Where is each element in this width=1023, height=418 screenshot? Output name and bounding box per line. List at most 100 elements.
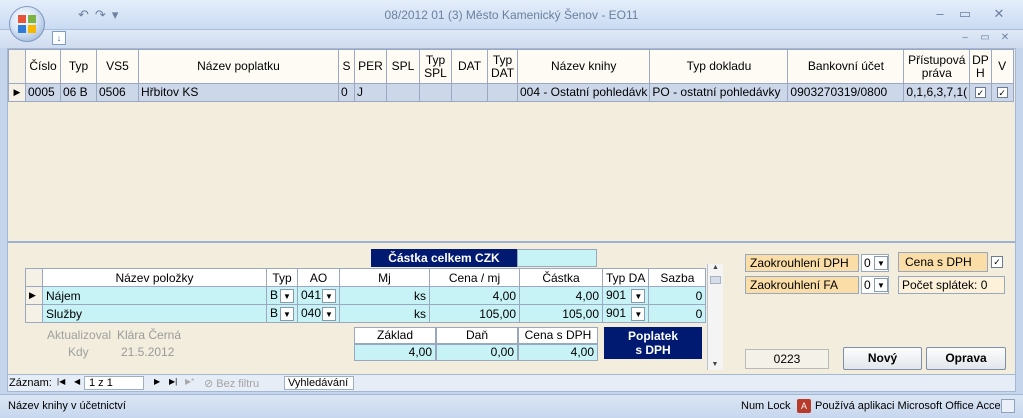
scroll-thumb[interactable]: [710, 276, 721, 284]
inner-minimize-button[interactable]: ‒: [954, 31, 976, 45]
cell-typ-dat[interactable]: [487, 83, 518, 102]
cell-mj[interactable]: ks: [339, 286, 430, 305]
row-selector[interactable]: ▶: [25, 286, 43, 305]
zaklad-field[interactable]: 4,00: [354, 344, 436, 361]
cell-typ[interactable]: B ▼: [266, 304, 298, 323]
column-header-mj[interactable]: Mj: [339, 268, 430, 287]
cell-nazev-polozky[interactable]: Nájem: [42, 286, 267, 305]
cell-typ-spl[interactable]: [419, 83, 452, 102]
column-header-nazev-polozky[interactable]: Název položky: [42, 268, 267, 287]
cell-ao[interactable]: 041 ▼: [297, 286, 340, 305]
cell-vs5[interactable]: 0506: [96, 83, 139, 102]
filter-button[interactable]: ⊘ Bez filtru: [204, 377, 259, 390]
cell-v[interactable]: ✓: [990, 83, 1014, 102]
column-header-typ-dat[interactable]: Typ DAT: [487, 49, 518, 84]
novy-button[interactable]: Nový: [843, 347, 922, 370]
cell-dat[interactable]: [451, 83, 488, 102]
cell-cena-mj[interactable]: 4,00: [429, 286, 520, 305]
zaokrouhleni-dph-select[interactable]: 0 ▼: [861, 254, 889, 272]
row-selector[interactable]: [25, 304, 43, 323]
column-header-s[interactable]: S: [338, 49, 355, 84]
column-header-castka[interactable]: Částka: [519, 268, 603, 287]
cell-pristupova-prava[interactable]: 0,1,6,3,7,1(: [903, 83, 971, 102]
column-header-spl[interactable]: SPL: [386, 49, 420, 84]
chevron-down-icon[interactable]: ▼: [280, 289, 294, 303]
new-record-icon[interactable]: ▶*: [185, 377, 194, 386]
column-header-per[interactable]: PER: [354, 49, 387, 84]
dan-field[interactable]: 0,00: [436, 344, 518, 361]
cell-cislo[interactable]: 0005: [25, 83, 61, 102]
cell-typ-da[interactable]: 901 ▼: [601, 286, 650, 305]
scroll-up-icon[interactable]: ▲: [708, 264, 723, 274]
column-header-typ[interactable]: Typ: [266, 268, 298, 287]
form-view-icon[interactable]: [1001, 399, 1015, 413]
column-header-ao[interactable]: AO: [297, 268, 340, 287]
zaokrouhleni-fa-select[interactable]: 0 ▼: [861, 276, 889, 294]
cell-nazev-polozky[interactable]: Služby: [42, 304, 267, 323]
column-header-bankovni-ucet[interactable]: Bankovní účet: [787, 49, 905, 84]
cell-cena-mj[interactable]: 105,00: [429, 304, 520, 323]
v-checkbox[interactable]: ✓: [996, 87, 1008, 98]
table-row[interactable]: ▶ 0005 06 B 0506 Hřbitov KS 0 J 004 - Os…: [8, 83, 1014, 102]
chevron-down-icon[interactable]: ▼: [631, 307, 646, 321]
column-header-dph[interactable]: DP H: [969, 49, 992, 84]
subform-scrollbar[interactable]: ▲ ▼: [707, 264, 723, 370]
cell-typ[interactable]: 06 B: [60, 83, 97, 102]
table-row[interactable]: ▶ Nájem B ▼ 041 ▼ ks 4,00 4,00 901 ▼ 0: [25, 286, 707, 305]
cell-sazba[interactable]: 0: [648, 304, 707, 323]
column-header-vs5[interactable]: VS5: [96, 49, 139, 84]
scroll-down-icon[interactable]: ▼: [708, 361, 722, 368]
chevron-down-icon[interactable]: ▼: [322, 307, 336, 321]
column-header-v[interactable]: V: [990, 49, 1014, 84]
search-input[interactable]: Vyhledávání: [284, 376, 354, 390]
column-header-dat[interactable]: DAT: [451, 49, 488, 84]
column-header-typ-da[interactable]: Typ DA: [601, 268, 650, 287]
next-record-icon[interactable]: ▶: [154, 377, 160, 386]
inner-close-button[interactable]: ✕: [994, 31, 1016, 45]
cell-ao[interactable]: 040 ▼: [297, 304, 340, 323]
castka-celkem-field[interactable]: [517, 249, 597, 267]
cell-castka[interactable]: 105,00: [519, 304, 603, 323]
cell-typ-dokladu[interactable]: PO - ostatní pohledávky: [649, 83, 789, 102]
inner-restore-button[interactable]: ▭: [974, 31, 996, 45]
restore-button[interactable]: ▭: [954, 6, 976, 22]
first-record-icon[interactable]: |◀: [57, 377, 65, 386]
cell-per[interactable]: J: [354, 83, 387, 102]
office-button[interactable]: [9, 6, 45, 42]
cell-castka[interactable]: 4,00: [519, 286, 603, 305]
cell-mj[interactable]: ks: [339, 304, 430, 323]
column-header-pristupova-prava[interactable]: Přístupová práva: [903, 49, 971, 84]
column-header-typ-dokladu[interactable]: Typ dokladu: [649, 49, 789, 84]
chevron-down-icon[interactable]: ▼: [322, 289, 336, 303]
chevron-down-icon[interactable]: ▼: [874, 278, 888, 292]
last-record-icon[interactable]: ▶|: [169, 377, 177, 386]
cell-nazev-knihy[interactable]: 004 - Ostatní pohledávk: [516, 83, 651, 102]
column-header-sazba[interactable]: Sazba: [648, 268, 707, 287]
chevron-down-icon[interactable]: ▼: [631, 289, 646, 303]
chevron-down-icon[interactable]: ▼: [280, 307, 294, 321]
cell-spl[interactable]: [386, 83, 420, 102]
column-header-nazev-poplatku[interactable]: Název poplatku: [138, 49, 339, 84]
row-selector[interactable]: ▶: [8, 83, 26, 102]
cell-typ-da[interactable]: 901 ▼: [601, 304, 650, 323]
code-field[interactable]: 0223: [745, 349, 829, 369]
column-header-cislo[interactable]: Číslo: [25, 49, 61, 84]
column-header-typ[interactable]: Typ: [60, 49, 97, 84]
oprava-button[interactable]: Oprava: [926, 347, 1006, 370]
chevron-down-icon[interactable]: ▼: [874, 256, 888, 270]
cell-typ[interactable]: B ▼: [266, 286, 298, 305]
dph-checkbox[interactable]: ✓: [974, 87, 986, 98]
close-button[interactable]: ✕: [988, 6, 1010, 22]
cell-nazev-poplatku[interactable]: Hřbitov KS: [138, 83, 339, 102]
minimize-button[interactable]: ‒: [929, 6, 951, 22]
column-header-nazev-knihy[interactable]: Název knihy: [516, 49, 651, 84]
cell-bankovni-ucet[interactable]: 0903270319/0800: [787, 83, 905, 102]
column-header-typ-spl[interactable]: Typ SPL: [419, 49, 452, 84]
cell-sazba[interactable]: 0: [648, 286, 707, 305]
table-row[interactable]: Služby B ▼ 040 ▼ ks 105,00 105,00 901 ▼ 0: [25, 304, 707, 323]
ribbon-expand-icon[interactable]: ↓: [52, 31, 66, 45]
column-header-cena-mj[interactable]: Cena / mj: [429, 268, 520, 287]
cena-s-dph-checkbox[interactable]: ✓: [991, 256, 1003, 268]
record-position-field[interactable]: 1 z 1: [84, 376, 144, 390]
cell-dph[interactable]: ✓: [969, 83, 992, 102]
